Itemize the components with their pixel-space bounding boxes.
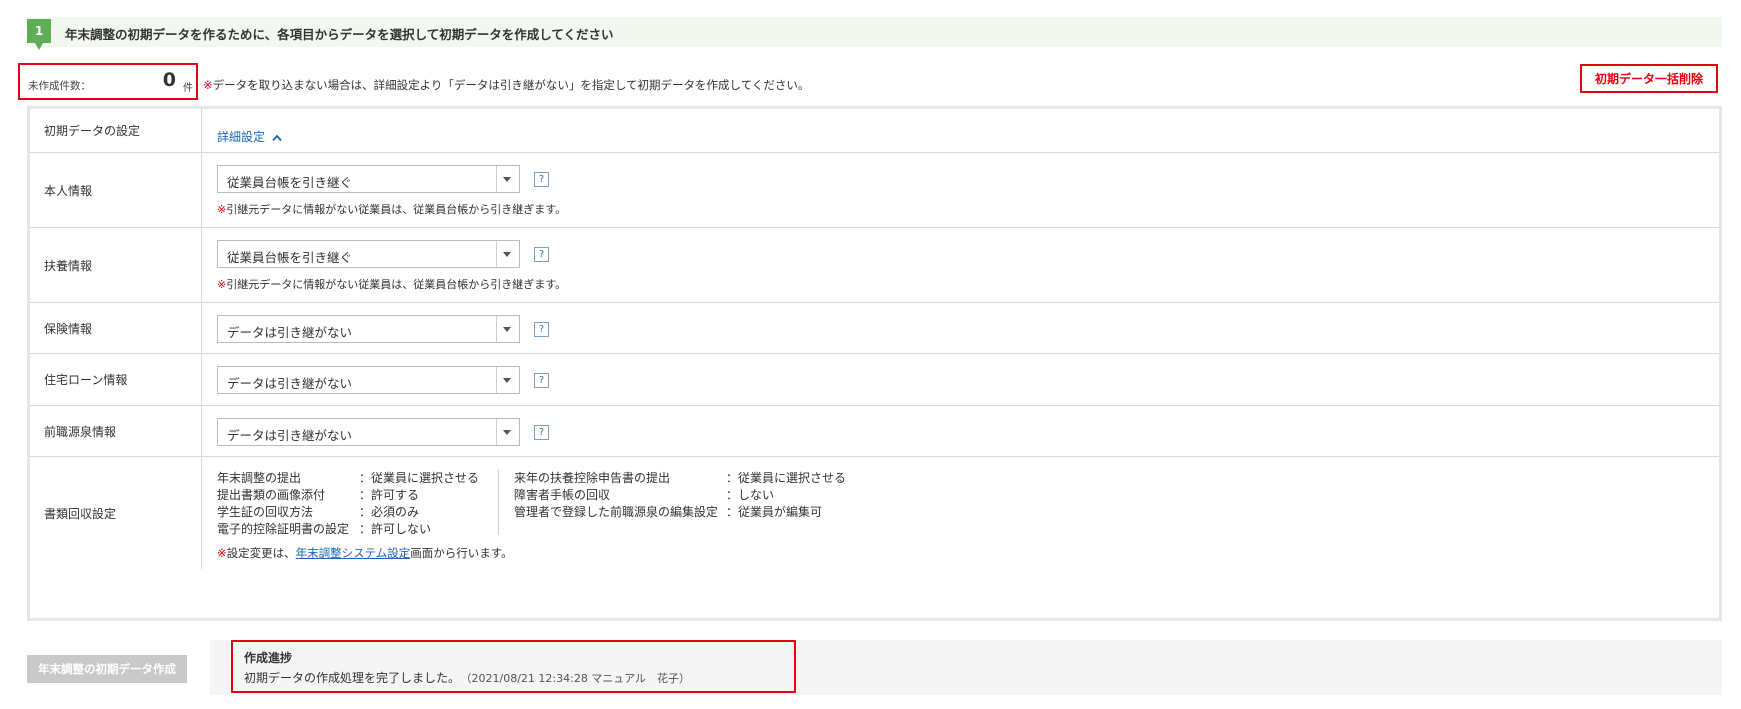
row-label: 本人情報 — [30, 153, 202, 227]
document-settings-note: ※設定変更は、年末調整システム設定画面から行います。 — [217, 545, 513, 561]
dependents-info-note: ※引継元データに情報がない従業員は、従業員台帳から引き継ぎます。 — [217, 276, 566, 292]
notice-mark: ※ — [203, 78, 213, 92]
setting-line: 管理者で登録した前職源泉の編集設定 ：従業員が編集可 — [514, 504, 822, 521]
select-value: データは引き継がない — [227, 376, 353, 391]
note-mark: ※ — [217, 546, 227, 560]
note-suffix: 画面から行います。 — [410, 546, 513, 560]
row-dependents-info: 扶養情報 従業員台帳を引き継ぐ ? ※引継元データに情報がない従業員は、従業員台… — [30, 228, 1719, 303]
row-label: 保険情報 — [30, 303, 202, 353]
uncreated-count-box: 未作成件数： 0 件 — [18, 63, 198, 100]
setting-key: 提出書類の画像添付 — [217, 488, 326, 502]
setting-key: 電子的控除証明書の設定 — [217, 522, 350, 536]
select-value: 従業員台帳を引き継ぐ — [227, 175, 353, 190]
create-initial-data-button[interactable]: 年末調整の初期データ作成 — [27, 655, 187, 683]
uncreated-count-unit: 件 — [183, 83, 193, 94]
setting-value: ：許可する — [359, 488, 420, 502]
personal-info-note: ※引継元データに情報がない従業員は、従業員台帳から引き継ぎます。 — [217, 201, 566, 217]
row-label: 住宅ローン情報 — [30, 354, 202, 405]
notice-message: データを取り込まない場合は、詳細設定より「データは引き継がない」を指定して初期デ… — [212, 78, 810, 92]
chevron-down-icon — [496, 419, 519, 445]
setting-value: ：従業員に選択させる — [359, 471, 480, 485]
chevron-down-icon — [496, 316, 519, 342]
setting-key: 管理者で登録した前職源泉の編集設定 — [514, 505, 719, 519]
system-settings-link[interactable]: 年末調整システム設定 — [296, 546, 411, 560]
row-label: 初期データの設定 — [30, 109, 202, 152]
note-prefix: 設定変更は、 — [226, 546, 296, 560]
step-title: 年末調整の初期データを作るために、各項目からデータを選択して初期データを作成して… — [65, 27, 614, 42]
help-icon[interactable]: ? — [534, 247, 549, 262]
progress-message-line: 初期データの作成処理を完了しました。 （2021/08/21 12:34:28 マ… — [244, 669, 690, 686]
chevron-down-icon — [496, 241, 519, 267]
row-personal-info: 本人情報 従業員台帳を引き継ぐ ? ※引継元データに情報がない従業員は、従業員台… — [30, 153, 1719, 228]
document-settings-left: 年末調整の提出 ：従業員に選択させる 提出書類の画像添付 ：許可する 学生証の回収方… — [217, 470, 479, 538]
setting-key: 学生証の回収方法 — [217, 505, 314, 519]
help-icon[interactable]: ? — [534, 322, 549, 337]
uncreated-count-value: 0 — [162, 69, 176, 91]
housing-loan-info-select[interactable]: データは引き継がない — [217, 366, 520, 394]
insurance-info-select[interactable]: データは引き継がない — [217, 315, 520, 343]
setting-line: 電子的控除証明書の設定 ：許可しない — [217, 521, 431, 538]
detail-settings-link[interactable]: 詳細設定 — [217, 128, 282, 145]
chevron-down-icon — [496, 367, 519, 393]
setting-line: 提出書類の画像添付 ：許可する — [217, 487, 419, 504]
setting-line: 年末調整の提出 ：従業員に選択させる — [217, 470, 479, 487]
setting-key: 年末調整の提出 — [217, 471, 302, 485]
row-document-collection: 書類回収設定 年末調整の提出 ：従業員に選択させる 提出書類の画像添付 ：許可する … — [30, 457, 1719, 569]
bulk-delete-button[interactable]: 初期データ一括削除 — [1580, 64, 1718, 93]
setting-value: ：許可しない — [359, 522, 432, 536]
note-mark: ※ — [217, 278, 227, 291]
row-insurance-info: 保険情報 データは引き継がない ? — [30, 303, 1719, 354]
setting-value: ：従業員が編集可 — [726, 505, 823, 519]
row-label: 前職源泉情報 — [30, 406, 202, 456]
note-text: 引継元データに情報がない従業員は、従業員台帳から引き継ぎます。 — [226, 278, 567, 291]
setting-value: ：必須のみ — [359, 505, 420, 519]
row-initial-settings: 初期データの設定 詳細設定 — [30, 109, 1719, 153]
setting-value: ：従業員に選択させる — [726, 471, 847, 485]
select-value: データは引き継がない — [227, 325, 353, 340]
help-icon[interactable]: ? — [534, 373, 549, 388]
setting-line: 障害者手帳の回収 ：しない — [514, 487, 774, 504]
select-value: 従業員台帳を引き継ぐ — [227, 250, 353, 265]
chevron-up-icon — [272, 134, 282, 141]
setting-line: 学生証の回収方法 ：必須のみ — [217, 504, 419, 521]
progress-title: 作成進捗 — [244, 651, 293, 665]
select-value: データは引き継がない — [227, 428, 353, 443]
notice-text: ※データを取り込まない場合は、詳細設定より「データは引き継がない」を指定して初期… — [203, 77, 809, 93]
document-settings-right: 来年の扶養控除申告書の提出 ：従業員に選択させる 障害者手帳の回収 ：しない 管理者… — [514, 470, 846, 521]
personal-info-select[interactable]: 従業員台帳を引き継ぐ — [217, 165, 520, 193]
progress-detail: （2021/08/21 12:34:28 マニュアル 花子） — [466, 672, 690, 685]
row-previous-job-info: 前職源泉情報 データは引き継がない ? — [30, 406, 1719, 457]
dependents-info-select[interactable]: 従業員台帳を引き継ぐ — [217, 240, 520, 268]
help-icon[interactable]: ? — [534, 425, 549, 440]
chevron-down-icon — [496, 166, 519, 192]
previous-job-info-select[interactable]: データは引き継がない — [217, 418, 520, 446]
initial-data-settings-table: 初期データの設定 詳細設定 本人情報 従業員台帳を引き継ぐ ? ※引継元データに… — [27, 106, 1722, 621]
setting-value: ：しない — [726, 488, 775, 502]
progress-message: 初期データの作成処理を完了しました。 — [244, 671, 461, 685]
setting-key: 来年の扶養控除申告書の提出 — [514, 471, 671, 485]
progress-status-box: 作成進捗 初期データの作成処理を完了しました。 （2021/08/21 12:34… — [231, 640, 796, 693]
detail-settings-label: 詳細設定 — [217, 130, 266, 144]
step-number-badge: 1 — [27, 19, 51, 50]
column-divider — [498, 469, 499, 535]
note-mark: ※ — [217, 203, 227, 216]
row-housing-loan-info: 住宅ローン情報 データは引き継がない ? — [30, 354, 1719, 406]
help-icon[interactable]: ? — [534, 172, 549, 187]
note-text: 引継元データに情報がない従業員は、従業員台帳から引き継ぎます。 — [226, 203, 567, 216]
step-header: 1 年末調整の初期データを作るために、各項目からデータを選択して初期データを作成… — [27, 17, 1722, 50]
setting-key: 障害者手帳の回収 — [514, 488, 611, 502]
row-label: 扶養情報 — [30, 228, 202, 302]
setting-line: 来年の扶養控除申告書の提出 ：従業員に選択させる — [514, 470, 846, 487]
row-label: 書類回収設定 — [30, 457, 202, 569]
uncreated-count-label: 未作成件数： — [28, 80, 91, 92]
